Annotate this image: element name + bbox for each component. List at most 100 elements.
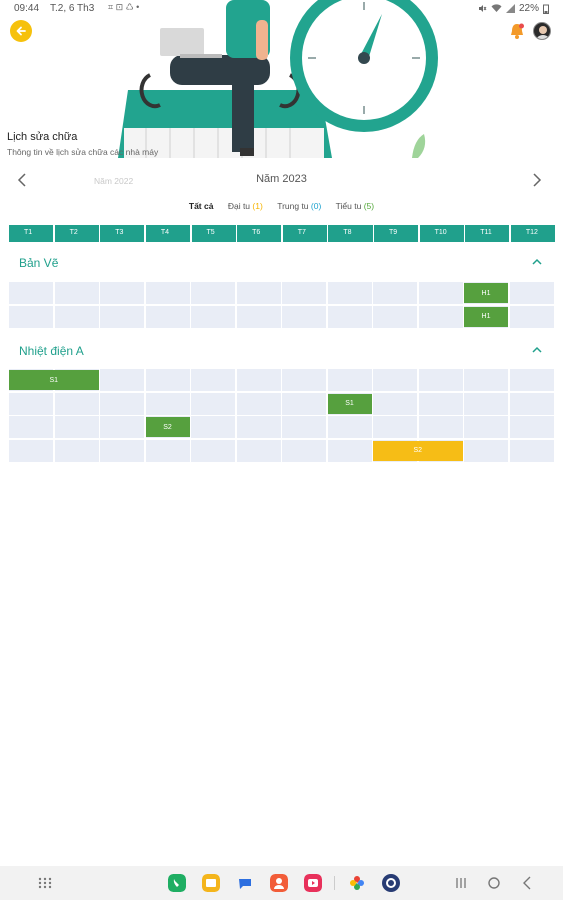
month-cell: [418, 416, 463, 438]
month-cell: [327, 305, 372, 328]
schedule-grid-nhiet-dien-a: S1 S1 S2 S2: [9, 369, 555, 463]
month-cell: [509, 282, 554, 304]
messages-app-icon[interactable]: [236, 874, 254, 892]
month-cell: [509, 392, 554, 415]
month-label: T8: [328, 225, 373, 242]
month-cell: [9, 282, 53, 304]
schedule-bar[interactable]: S2: [145, 417, 190, 437]
page-title: Lịch sửa chữa: [7, 131, 78, 143]
month-cell: [282, 369, 326, 391]
month-label: T4: [145, 225, 190, 242]
next-year-button[interactable]: [527, 170, 547, 190]
month-label: T3: [100, 225, 145, 242]
month-cell: [54, 439, 99, 462]
month-label: T10: [419, 225, 464, 242]
schedule-bar[interactable]: H1: [464, 283, 508, 303]
notification-bell-button[interactable]: [509, 22, 525, 40]
video-app-icon[interactable]: [304, 874, 322, 892]
tab-minor-overhaul[interactable]: Tiểu tu (5): [336, 201, 374, 211]
month-cell: [327, 439, 372, 462]
month-cell: [100, 416, 144, 438]
system-navigation-bar: [0, 866, 563, 900]
month-cell: [373, 369, 417, 391]
month-label: T7: [282, 225, 327, 242]
schedule-row: S2: [9, 439, 555, 462]
year-navigator: Năm 2022 Năm 2023: [0, 168, 563, 192]
month-cell: [236, 369, 281, 391]
month-cell: [327, 369, 372, 391]
month-cell: [464, 369, 508, 391]
month-cell: [373, 282, 417, 304]
section-title: Bản Vẽ: [19, 256, 59, 270]
month-cell: [418, 305, 463, 328]
schedule-row: S1: [9, 369, 555, 391]
home-icon[interactable]: [485, 874, 503, 892]
month-cell: [236, 392, 281, 415]
month-cell: [282, 439, 326, 462]
month-label: T11: [465, 225, 510, 242]
month-cell: [282, 416, 326, 438]
month-cell: [9, 392, 53, 415]
month-cell: [464, 416, 508, 438]
month-label: T9: [374, 225, 419, 242]
chevron-up-icon[interactable]: [531, 345, 543, 355]
back-nav-icon[interactable]: [518, 874, 536, 892]
back-button[interactable]: [10, 20, 32, 42]
month-cell: [282, 282, 326, 304]
month-cell: [9, 305, 53, 328]
contacts-app-icon[interactable]: [270, 874, 288, 892]
settings-app-icon[interactable]: [382, 874, 400, 892]
tab-medium-overhaul[interactable]: Trung tu (0): [277, 201, 321, 211]
tab-mid-label: Trung tu: [277, 201, 309, 211]
chevron-up-icon[interactable]: [531, 257, 543, 267]
apps-grid-icon[interactable]: [36, 874, 54, 892]
user-avatar[interactable]: [533, 22, 551, 40]
recent-apps-icon[interactable]: [452, 874, 470, 892]
month-cell: [373, 416, 417, 438]
month-cell: [236, 282, 281, 304]
month-cell: [282, 305, 326, 328]
month-cell: [236, 439, 281, 462]
month-cell: [282, 392, 326, 415]
photos-app-icon[interactable]: [348, 874, 366, 892]
month-cell: [54, 305, 99, 328]
month-cell: [373, 392, 417, 415]
header-illustration: [0, 0, 563, 165]
files-app-icon[interactable]: [202, 874, 220, 892]
schedule-bar[interactable]: H1: [464, 306, 508, 327]
month-cell: [9, 439, 53, 462]
month-cell: [191, 369, 235, 391]
month-header: T1 T2 T3 T4 T5 T6 T7 T8 T9 T10 T11 T12: [9, 225, 555, 242]
tab-mid-count: (0): [310, 201, 322, 211]
month-cell: [100, 439, 144, 462]
schedule-bar[interactable]: S2: [373, 440, 463, 461]
current-year-label: Năm 2023: [256, 173, 307, 185]
month-cell: [464, 392, 508, 415]
month-label: T2: [54, 225, 99, 242]
month-cell: [191, 416, 235, 438]
schedule-bar[interactable]: S1: [327, 393, 372, 414]
month-cell: [100, 305, 144, 328]
month-cell: [236, 416, 281, 438]
section-header-ban-ve[interactable]: Bản Vẽ: [0, 253, 563, 273]
schedule-bar[interactable]: S1: [9, 370, 99, 390]
month-cell: [54, 282, 99, 304]
month-cell: [191, 392, 235, 415]
phone-app-icon[interactable]: [168, 874, 186, 892]
month-cell: [191, 305, 235, 328]
month-cell: [145, 392, 190, 415]
tab-major-overhaul[interactable]: Đại tu (1): [228, 201, 263, 211]
month-cell: [418, 369, 463, 391]
month-cell: [464, 439, 508, 462]
tab-all[interactable]: Tất cả: [189, 201, 214, 211]
month-cell: [54, 416, 99, 438]
month-cell: [54, 392, 99, 415]
tab-major-label: Đại tu: [227, 201, 251, 211]
section-header-nhiet-dien-a[interactable]: Nhiệt điện A: [0, 341, 563, 361]
month-cell: [145, 282, 190, 304]
month-cell: [100, 392, 144, 415]
month-cell: [509, 416, 554, 438]
month-cell: [100, 282, 144, 304]
month-cell: [418, 392, 463, 415]
month-cell: [509, 369, 554, 391]
